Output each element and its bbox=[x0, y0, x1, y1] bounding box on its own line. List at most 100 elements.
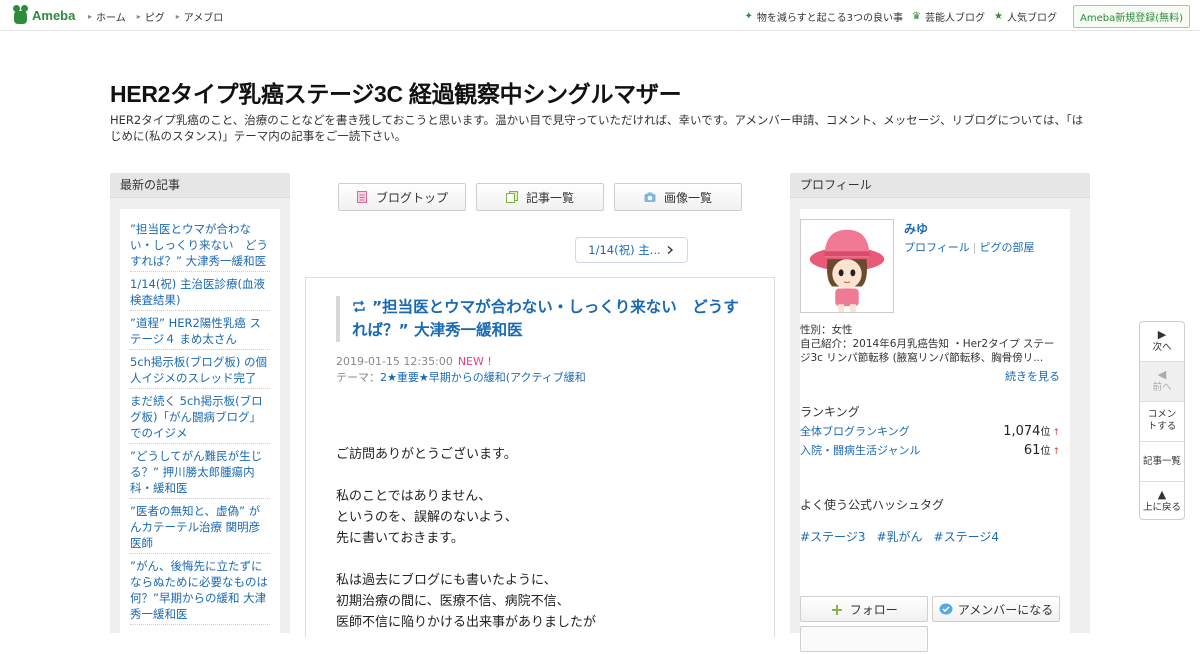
nav-label: ホーム bbox=[96, 13, 126, 24]
separator: | bbox=[972, 241, 977, 254]
image-list-button[interactable]: 画像一覧 bbox=[614, 183, 742, 211]
star-icon: ★ bbox=[994, 11, 1003, 22]
amember-button[interactable]: アメンバーになる bbox=[932, 596, 1060, 622]
float-article-list-button[interactable]: 記事一覧 bbox=[1140, 442, 1184, 482]
profile-intro: 自己紹介：2014年6月乳癌告知 ・Her2タイプ ステージ3c リンパ節転移 … bbox=[800, 338, 1055, 364]
blog-top-button[interactable]: ブログトップ bbox=[338, 183, 466, 211]
comment-label: コメントする bbox=[1147, 409, 1177, 432]
article-body: ご訪問ありがとうございます。 私のことではありません、 というのを、誤解のないよ… bbox=[336, 444, 596, 654]
recent-articles-panel: 最新の記事 ”担当医とウマが合わない・しっくり来ない どうすれば？” 大津秀一緩… bbox=[110, 173, 290, 639]
pigg-room-link[interactable]: ピグの部屋 bbox=[980, 241, 1035, 254]
ranking-value: 61位 ↑ bbox=[1024, 442, 1060, 458]
top-label: 上に戻る bbox=[1142, 502, 1181, 513]
recent-article-link[interactable]: ”医者の無知と、虚偽” がんカテーテル治療 関明彦医師 bbox=[130, 499, 270, 554]
avatar[interactable] bbox=[800, 219, 894, 313]
prev-article-pager[interactable]: 1/14(祝) 主... bbox=[575, 237, 688, 263]
ranking-row: 全体ブログランキング 1,074位 ↑ bbox=[800, 423, 1060, 439]
article-line: 私のことではありません、 bbox=[336, 489, 492, 504]
ranking-link[interactable]: 全体ブログランキング bbox=[800, 423, 910, 439]
next-article-button[interactable]: ▶ 次へ bbox=[1140, 322, 1184, 362]
pager-label: 1/14(祝) 主... bbox=[588, 243, 661, 257]
ranking-heading: ランキング bbox=[800, 405, 860, 419]
prev-label: 前へ bbox=[1152, 382, 1172, 393]
prev-article-button[interactable]: ◀ 前へ bbox=[1140, 362, 1184, 402]
article-line: 先に書いておきます。 bbox=[336, 531, 464, 546]
document-icon bbox=[356, 191, 367, 203]
next-label: 次へ bbox=[1152, 342, 1172, 353]
ameba-logo[interactable]: Ameba bbox=[13, 5, 75, 25]
play-left-icon: ◀ bbox=[1157, 368, 1167, 381]
sparkle-icon: ✦ bbox=[744, 11, 753, 22]
play-right-icon: ▶ bbox=[1157, 328, 1167, 341]
nav-ameblo[interactable]: ▸ アメブロ bbox=[176, 9, 224, 24]
profile-links: プロフィール | ピグの部屋 bbox=[904, 239, 1035, 255]
comment-button[interactable]: コメントする bbox=[1140, 402, 1184, 442]
article-paragraph: 私は過去にブログにも書いたように、 初期治療の間に、医療不信、病院不信、 医師不… bbox=[336, 570, 596, 633]
camera-icon bbox=[644, 192, 656, 202]
recent-article-link[interactable]: ”がん、後悔先に立たずにならぬために必要なものは何？”早期からの緩和 大津秀一緩… bbox=[130, 554, 270, 625]
caret-right-icon: ▸ bbox=[88, 12, 93, 21]
hashtag-link[interactable]: #乳がん bbox=[876, 530, 922, 544]
profile-info: 性別：女性 自己紹介：2014年6月乳癌告知 ・Her2タイプ ステージ3c リ… bbox=[800, 323, 1062, 365]
recent-article-link[interactable]: 5ch掲示板(ブログ板) の個人イジメのスレッド完了 bbox=[130, 350, 270, 389]
read-more-link[interactable]: 続きを見る bbox=[1005, 368, 1060, 384]
rank-unit: 位 bbox=[1040, 427, 1051, 438]
new-badge: NEW ! bbox=[457, 355, 492, 368]
link-celebrity-blog[interactable]: ♛ 芸能人ブログ bbox=[912, 9, 985, 24]
recent-article-link[interactable]: 1/14(祝) 主治医診療(血液検査結果) bbox=[130, 272, 270, 311]
article-meta: 2019-01-15 12:35:00 NEW ! テーマ：2★重要★早期からの緩… bbox=[336, 354, 586, 386]
article-line: 私は過去にブログにも書いたように、 bbox=[336, 573, 557, 588]
article-paragraph: 私のことではありません、 というのを、誤解のないよう、 先に書いておきます。 bbox=[336, 486, 596, 549]
article-line: というのを、誤解のないよう、 bbox=[336, 510, 518, 525]
caret-right-icon: ▸ bbox=[136, 12, 141, 21]
recent-articles-heading: 最新の記事 bbox=[110, 173, 290, 198]
hashtag-link[interactable]: #ステージ4 bbox=[934, 530, 999, 544]
triangle-up-icon: ▲ bbox=[1157, 488, 1167, 501]
nav-home[interactable]: ▸ ホーム bbox=[88, 9, 126, 24]
link-label: 物を減らすと起こる3つの良い事 bbox=[756, 13, 904, 24]
article-date: 2019-01-15 12:35:00 bbox=[336, 355, 453, 368]
profile-panel: プロフィール みゆ プロフィール | ピグの部屋 性別：女性 自己紹介：2014… bbox=[790, 173, 1090, 652]
blog-description: HER2タイプ乳癌のこと、治療のことなどを書き残しておこうと思います。温かい目で… bbox=[110, 113, 1084, 143]
logo-text: Ameba bbox=[32, 7, 76, 23]
hashtag-link[interactable]: #ステージ3 bbox=[800, 530, 865, 544]
profile-name[interactable]: みゆ bbox=[904, 220, 928, 237]
theme-label: テーマ： bbox=[336, 371, 380, 384]
image-list-label: 画像一覧 bbox=[663, 190, 712, 205]
recent-article-link[interactable]: ”どうしてがん難民が生じる？” 押川勝太郎腫瘍内科・緩和医 bbox=[130, 444, 270, 499]
link-featured-article[interactable]: ✦ 物を減らすと起こる3つの良い事 bbox=[744, 9, 903, 24]
back-to-top-button[interactable]: ▲ 上に戻る bbox=[1140, 482, 1184, 520]
recent-article-link[interactable]: まだ続く 5ch掲示板(ブログ板)「がん闘病ブログ」でのイジメ bbox=[130, 389, 270, 444]
rank-number: 61 bbox=[1023, 443, 1041, 458]
article-line: 初期治療の間に、医療不信、病院不信、 bbox=[336, 594, 570, 609]
article-title[interactable]: ”担当医とウマが合わない・しっくり来ない どうすれば？” 大津秀一緩和医 bbox=[352, 296, 746, 342]
global-header: Ameba ▸ ホーム ▸ ピグ ▸ アメブロ ✦ 物を減らすと起こる3つの良い事 ♛ 芸… bbox=[0, 0, 1200, 31]
profile-card: みゆ プロフィール | ピグの部屋 性別：女性 自己紹介：2014年6月乳癌告知 ・… bbox=[800, 209, 1070, 652]
ranking-value: 1,074位 ↑ bbox=[1003, 423, 1060, 439]
register-button[interactable]: Ameba新規登録(無料) bbox=[1072, 5, 1190, 28]
article-list-button[interactable]: 記事一覧 bbox=[476, 183, 604, 211]
ranking-link[interactable]: 入院・闘病生活ジャンル bbox=[800, 442, 920, 458]
caret-right-icon: ▸ bbox=[175, 12, 180, 21]
global-nav: ▸ ホーム ▸ ピグ ▸ アメブロ bbox=[88, 9, 234, 24]
recent-article-link[interactable]: ”道程” HER2陽性乳癌 ステージ４ まめ太さん bbox=[130, 311, 270, 350]
ranking-row: 入院・闘病生活ジャンル 61位 ↑ bbox=[800, 442, 1060, 458]
hashtag-list: #ステージ3 #乳がん #ステージ4 bbox=[800, 528, 1010, 545]
plus-icon: + bbox=[830, 599, 844, 619]
recent-articles-list: ”担当医とウマが合わない・しっくり来ない どうすれば？” 大津秀一緩和医 1/1… bbox=[120, 209, 280, 639]
link-label: 人気ブログ bbox=[1006, 13, 1057, 24]
follow-button[interactable]: + フォロー bbox=[800, 596, 928, 622]
crown-icon: ♛ bbox=[912, 11, 922, 22]
reblog-icon bbox=[353, 300, 365, 313]
rank-up-arrow-icon: ↑ bbox=[1052, 428, 1060, 438]
recent-article-link[interactable]: ”担当医とウマが合わない・しっくり来ない どうすれば？” 大津秀一緩和医 bbox=[130, 217, 270, 272]
theme-link[interactable]: 2★重要★早期からの緩和(アクティブ緩和 bbox=[380, 371, 586, 384]
profile-heading: プロフィール bbox=[790, 173, 1090, 198]
profile-link[interactable]: プロフィール bbox=[904, 241, 970, 254]
ameba-logo-icon bbox=[13, 5, 29, 25]
blog-title[interactable]: HER2タイプ乳癌ステージ3C 経過観察中シングルマザー bbox=[110, 75, 682, 109]
nav-pigg[interactable]: ▸ ピグ bbox=[137, 9, 165, 24]
article-list-label: 記事一覧 bbox=[525, 190, 574, 205]
amember-icon bbox=[939, 603, 953, 615]
link-popular-blog[interactable]: ★ 人気ブログ bbox=[994, 9, 1057, 24]
